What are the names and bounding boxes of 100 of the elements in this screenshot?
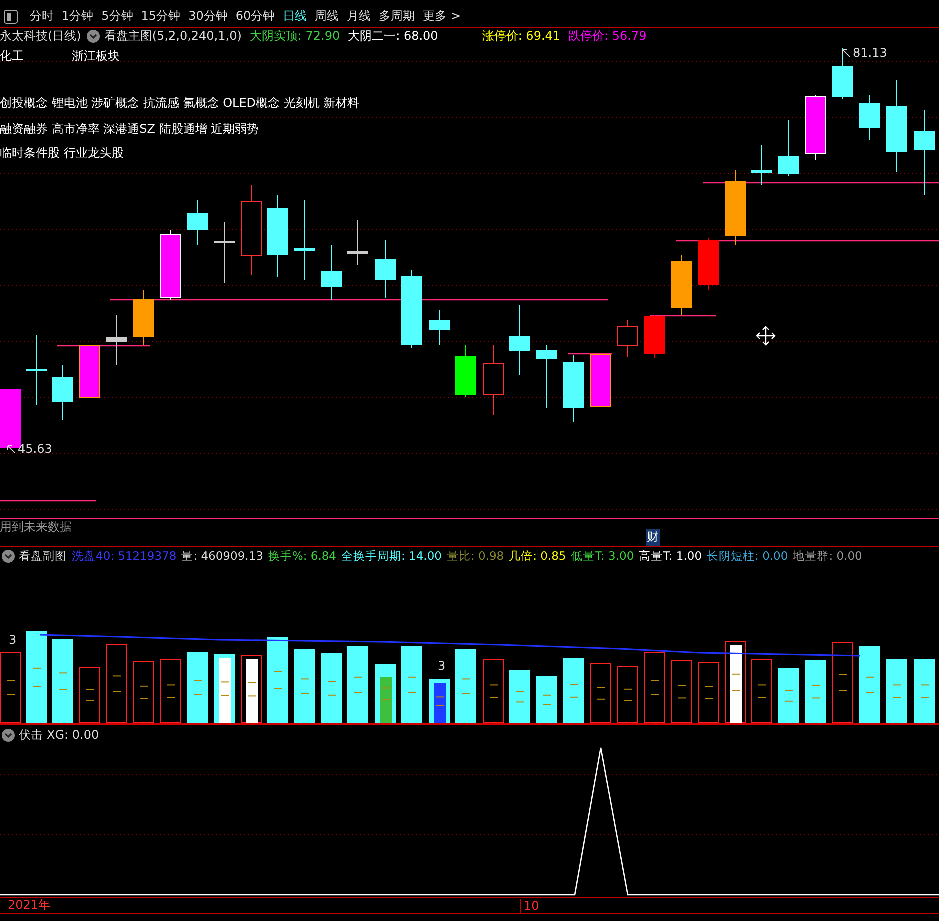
volume-bar	[752, 660, 772, 723]
indicator-value: 量: 460909.13	[182, 548, 264, 564]
candlestick	[160, 230, 182, 300]
volume-bar	[618, 666, 638, 723]
indicator-value: 几倍: 0.85	[509, 548, 566, 564]
indicator-value: 地量群: 0.00	[793, 548, 862, 564]
arrow-icon	[7, 444, 16, 454]
volume-bar	[510, 670, 530, 723]
period-tab[interactable]: 5分钟	[98, 8, 138, 25]
panel-toggle-icon[interactable]	[4, 10, 18, 24]
volume-bar	[644, 652, 666, 723]
candlestick	[832, 48, 854, 100]
volume-bar	[430, 680, 450, 723]
axis-month-label: 10	[520, 898, 540, 912]
candlestick	[80, 346, 100, 398]
signal-value: XG: 0.00	[47, 728, 100, 742]
concept-tags: 临时条件股 行业龙头股	[0, 145, 124, 162]
indicator-value: 跌停价: 56.79	[568, 28, 647, 45]
arrow-icon	[842, 48, 851, 58]
volume-bar	[672, 660, 692, 723]
panel-title: 伏击	[19, 726, 43, 744]
axis-year-label: 2021年	[8, 897, 51, 914]
price-line	[568, 353, 612, 355]
candlestick	[752, 144, 772, 186]
chevron-down-icon[interactable]	[2, 728, 15, 742]
volume-bar	[134, 662, 154, 723]
indicator-value: 高量T: 1.00	[639, 548, 702, 564]
period-tab[interactable]: 月线	[343, 8, 376, 25]
candlestick	[618, 320, 638, 358]
volume-bar	[914, 660, 936, 723]
indicator-value: 长阴短柱: 0.00	[707, 548, 788, 564]
candlestick	[698, 238, 720, 290]
count-marker: 3	[9, 633, 17, 647]
concept-tags: 创投概念 锂电池 涉矿概念 抗流感 氟概念 OLED概念 光刻机 新材料	[0, 95, 360, 112]
indicator-value: 全换手周期: 14.00	[342, 548, 442, 564]
volume-bar	[536, 676, 558, 723]
candlestick	[134, 290, 154, 346]
indicator-value: 量比: 0.98	[446, 548, 504, 564]
chevron-down-icon[interactable]	[2, 550, 15, 562]
volume-bar	[698, 662, 720, 723]
period-tab[interactable]: 60分钟	[232, 8, 280, 25]
indicator-value: 大阴二一: 68.00	[348, 28, 438, 45]
period-tab[interactable]: 15分钟	[137, 8, 185, 25]
concept-tags: 融资融券 高市净率 深港通SZ 陆股通增 近期弱势	[0, 121, 260, 138]
region-tag: 浙江板块	[72, 48, 120, 65]
stock-title: 永太科技(日线)	[0, 28, 82, 45]
volume-bar	[564, 658, 584, 723]
chevron-down-icon[interactable]	[87, 30, 100, 43]
candlestick	[322, 244, 342, 300]
candlestick	[430, 310, 450, 346]
period-tab[interactable]: 周线	[311, 8, 344, 25]
candlestick	[52, 364, 74, 420]
candlestick	[590, 354, 612, 408]
volume-bar	[484, 660, 504, 723]
candlestick	[564, 354, 584, 422]
candlestick	[778, 120, 800, 176]
sector-tag: 化工	[0, 48, 24, 65]
candlestick	[26, 334, 48, 406]
indicator-value: 大阴实顶: 72.90	[250, 28, 340, 45]
volume-bar	[242, 656, 262, 723]
period-tab[interactable]: 分时	[26, 8, 58, 25]
indicator-name: 看盘主图(5,2,0,240,1,0)	[104, 28, 242, 45]
period-tab[interactable]: 更多 >	[419, 8, 465, 25]
move-cursor-icon	[756, 326, 776, 346]
count-marker: 3	[438, 659, 446, 673]
panel-title: 看盘副图	[19, 548, 67, 564]
candlestick	[536, 344, 558, 408]
candlestick	[860, 94, 880, 140]
period-tab[interactable]: 日线	[279, 8, 312, 25]
candlestick	[672, 254, 692, 316]
price-line	[650, 315, 716, 317]
low-price-label: 45.63	[18, 442, 52, 456]
candlestick	[644, 314, 666, 358]
indicator-value: 洗盘40: 51219378	[72, 548, 177, 564]
period-tab[interactable]: 1分钟	[58, 8, 98, 25]
volume-bar	[322, 654, 342, 723]
finance-badge[interactable]: 财	[646, 529, 660, 546]
indicator-value: 低量T: 3.00	[571, 548, 634, 564]
high-price-label: 81.13	[853, 46, 888, 60]
volume-bar	[806, 660, 826, 723]
candlestick	[456, 344, 476, 398]
volume-bar	[590, 664, 612, 723]
candlestick	[214, 222, 236, 284]
volume-bar	[886, 660, 908, 723]
period-tab[interactable]: 30分钟	[184, 8, 232, 25]
volume-bar	[778, 668, 800, 723]
candlestick	[376, 240, 396, 298]
period-tab[interactable]: 多周期	[375, 8, 420, 25]
indicator-value: 涨停价: 69.41	[482, 28, 561, 45]
candlestick	[510, 304, 530, 376]
candlestick	[806, 94, 826, 160]
candlestick	[348, 220, 368, 266]
volume-bar	[376, 664, 396, 723]
volume-bar	[160, 660, 182, 723]
candlestick	[484, 344, 504, 416]
volume-bar	[188, 652, 208, 723]
future-data-warning: 用到未来数据	[0, 519, 72, 536]
volume-bar	[214, 654, 236, 723]
volume-bar	[80, 668, 100, 723]
candlestick	[188, 200, 208, 246]
